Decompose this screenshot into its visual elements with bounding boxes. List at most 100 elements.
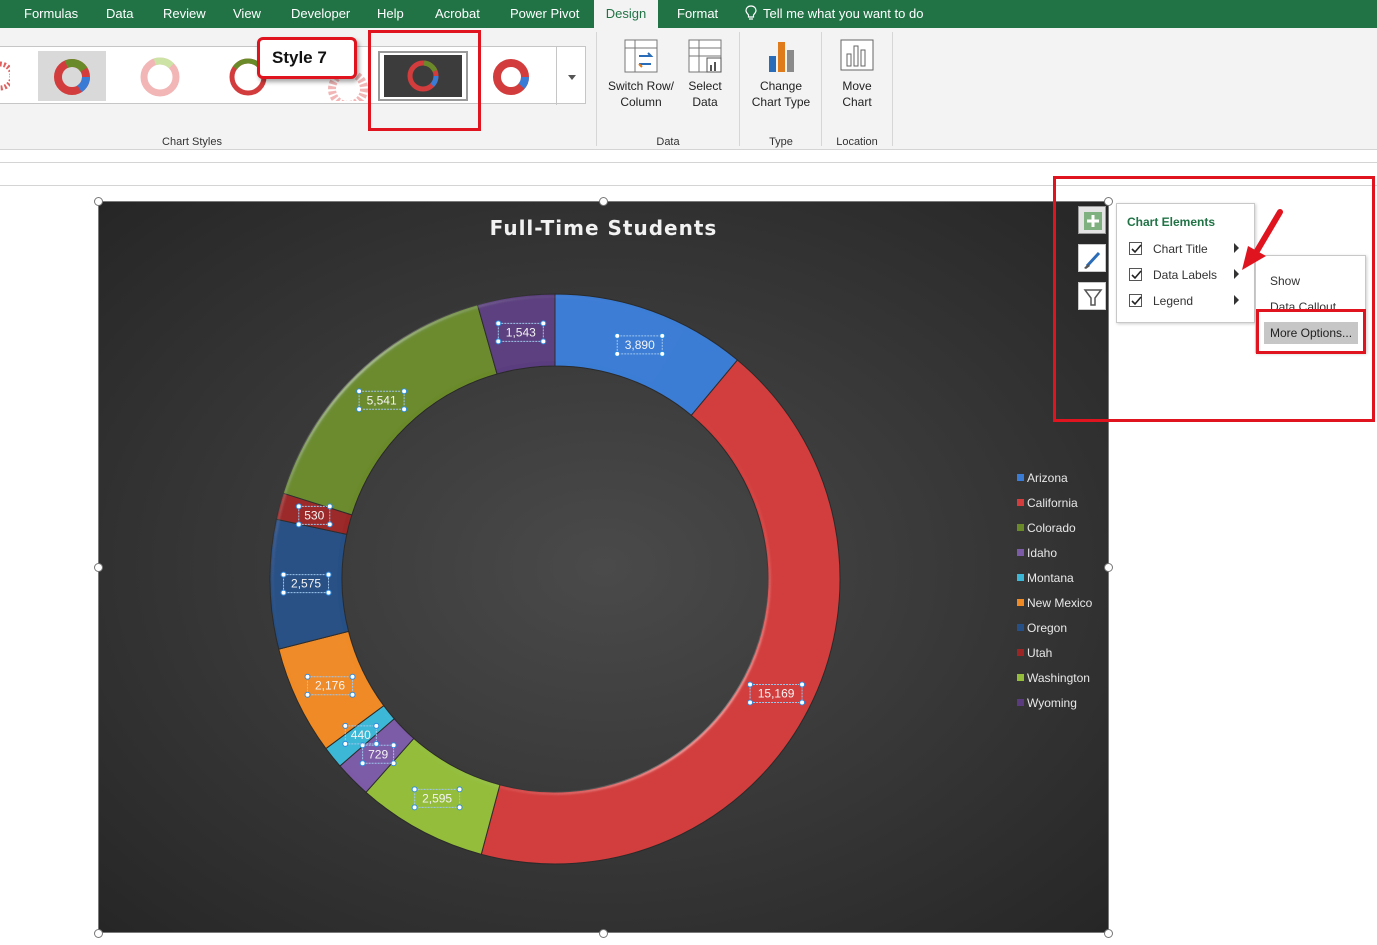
legend-swatch	[1017, 624, 1024, 631]
ribbon-design: Chart Styles Switch Row/ Column Select D…	[0, 28, 1377, 150]
legend-item[interactable]: Colorado	[1017, 520, 1076, 536]
chart-style-thumb-11[interactable]	[486, 51, 536, 101]
resize-handle[interactable]	[599, 197, 608, 206]
chart-style-thumb-5[interactable]	[0, 51, 10, 101]
legend-item[interactable]: Washington	[1017, 670, 1090, 686]
data-group-label: Data	[656, 136, 680, 148]
data-label-text: 729	[368, 747, 388, 761]
legend-label: Idaho	[1027, 546, 1058, 560]
label-handle	[401, 406, 408, 413]
data-label-text: 3,890	[625, 338, 655, 352]
tab-acrobat[interactable]: Acrobat	[435, 0, 480, 28]
tab-format[interactable]: Format	[677, 0, 718, 28]
donut-slice-colorado[interactable]	[282, 304, 498, 516]
type-group-label: Type	[769, 136, 793, 148]
legend-swatch	[1017, 599, 1024, 606]
location-group-label: Location	[836, 136, 878, 148]
label-handle	[747, 699, 754, 706]
label-handle	[325, 589, 332, 596]
tab-data[interactable]: Data	[106, 0, 133, 28]
label-handle	[326, 503, 333, 510]
legend-item[interactable]: Oregon	[1017, 620, 1067, 636]
group-separator	[739, 32, 740, 146]
label-handle	[304, 673, 311, 680]
switch-row-label-1: Switch Row/	[607, 79, 675, 93]
label-handle	[349, 673, 356, 680]
switch-row-column-button[interactable]: Switch Row/ Column	[604, 38, 678, 110]
legend-swatch	[1017, 499, 1024, 506]
group-separator	[892, 32, 893, 146]
group-separator	[596, 32, 597, 146]
select-data-label-1: Select	[688, 79, 722, 93]
label-handle	[280, 571, 287, 578]
change-chart-type-icon	[769, 42, 794, 72]
legend-label: Oregon	[1027, 621, 1068, 635]
label-handle	[799, 681, 806, 688]
legend-item[interactable]: Arizona	[1017, 470, 1068, 486]
label-handle	[747, 681, 754, 688]
select-data-button[interactable]: Select Data	[682, 38, 728, 110]
lightbulb-icon	[745, 5, 757, 20]
label-handle	[295, 521, 302, 528]
label-handle	[390, 742, 397, 749]
label-handle	[495, 320, 502, 327]
donut-slice-california[interactable]	[480, 359, 841, 865]
resize-handle[interactable]	[94, 197, 103, 206]
legend-item[interactable]: Wyoming	[1017, 695, 1077, 711]
legend-label: Montana	[1027, 571, 1074, 585]
label-handle	[614, 350, 621, 357]
legend-swatch	[1017, 649, 1024, 656]
switch-row-label-2: Column	[620, 95, 662, 109]
move-chart-label-2: Chart	[842, 95, 872, 109]
move-chart-icon	[840, 39, 874, 71]
chart-styles-group-label: Chart Styles	[162, 136, 222, 148]
legend-item[interactable]: Idaho	[1017, 545, 1057, 561]
tab-formulas[interactable]: Formulas	[24, 0, 78, 28]
data-label-text: 530	[304, 508, 324, 522]
label-handle	[373, 740, 380, 747]
donut-plot: 3,890 15,169 2,595 729 440 2,176 2,575 530 5,541…	[269, 293, 841, 865]
resize-handle[interactable]	[1104, 929, 1113, 938]
chart-style-thumb-6[interactable]	[38, 51, 106, 101]
resize-handle[interactable]	[94, 563, 103, 572]
resize-handle[interactable]	[94, 929, 103, 938]
gallery-more-button[interactable]	[556, 47, 586, 105]
tab-developer[interactable]: Developer	[291, 0, 350, 28]
label-handle	[456, 786, 463, 793]
move-chart-button[interactable]: Move Chart	[826, 38, 888, 110]
label-handle	[799, 699, 806, 706]
legend-label: Utah	[1027, 646, 1053, 660]
select-data-icon	[688, 39, 722, 73]
legend-label: Arizona	[1027, 471, 1068, 485]
doughnut-chart[interactable]: Full-Time Students 3,890 15,169 2,595 729 44…	[98, 201, 1109, 933]
legend-item[interactable]: Utah	[1017, 645, 1052, 661]
data-label-text: 15,169	[758, 687, 795, 701]
resize-handle[interactable]	[1104, 563, 1113, 572]
legend-label: California	[1027, 496, 1078, 510]
tab-review[interactable]: Review	[163, 0, 206, 28]
label-handle	[390, 760, 397, 767]
legend-label: Washington	[1027, 671, 1090, 685]
legend-label: Wyoming	[1027, 696, 1077, 710]
legend-item[interactable]: Montana	[1017, 570, 1074, 586]
label-handle	[614, 332, 621, 339]
tab-power-pivot[interactable]: Power Pivot	[510, 0, 579, 28]
chart-style-thumb-7[interactable]	[135, 51, 185, 101]
tab-help[interactable]: Help	[377, 0, 404, 28]
data-label-text: 5,541	[367, 393, 397, 407]
annotation-box-chart-elements	[1053, 176, 1375, 422]
tab-design[interactable]: Design	[594, 0, 658, 28]
change-chart-type-button[interactable]: Change Chart Type	[744, 38, 818, 110]
legend-swatch	[1017, 549, 1024, 556]
style-7-callout: Style 7	[257, 37, 357, 79]
legend-item[interactable]: California	[1017, 495, 1078, 511]
label-handle	[304, 691, 311, 698]
chevron-down-icon	[568, 75, 576, 80]
tab-view[interactable]: View	[233, 0, 261, 28]
move-chart-label-1: Move	[842, 79, 872, 93]
legend-item[interactable]: New Mexico	[1017, 595, 1092, 611]
legend-label: New Mexico	[1027, 596, 1093, 610]
legend-swatch	[1017, 474, 1024, 481]
resize-handle[interactable]	[599, 929, 608, 938]
tell-me-search[interactable]: Tell me what you want to do	[763, 0, 923, 28]
